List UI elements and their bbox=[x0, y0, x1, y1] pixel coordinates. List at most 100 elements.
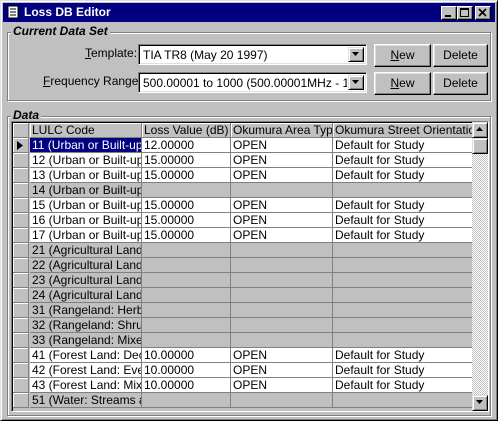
table-cell[interactable] bbox=[231, 258, 333, 273]
table-cell[interactable] bbox=[231, 303, 333, 318]
row-selector[interactable] bbox=[13, 213, 29, 228]
table-cell[interactable]: Default for Study bbox=[333, 348, 473, 363]
table-cell[interactable]: 10.00000 bbox=[142, 363, 231, 378]
table-cell[interactable]: OPEN bbox=[231, 363, 333, 378]
row-selector[interactable] bbox=[13, 228, 29, 243]
column-header[interactable]: LULC Code bbox=[30, 123, 142, 138]
table-cell[interactable]: 51 (Water: Streams ar bbox=[30, 393, 142, 408]
table-cell[interactable]: Default for Study bbox=[333, 168, 473, 183]
frequency-delete-button[interactable]: Delete bbox=[433, 72, 488, 95]
table-cell[interactable]: 33 (Rangeland: Mixed bbox=[30, 333, 142, 348]
table-cell[interactable] bbox=[333, 273, 473, 288]
row-selector[interactable] bbox=[13, 258, 29, 273]
table-cell[interactable]: 43 (Forest Land: Mixec bbox=[30, 378, 142, 393]
table-cell[interactable]: Default for Study bbox=[333, 363, 473, 378]
row-selector[interactable] bbox=[13, 303, 29, 318]
table-cell[interactable] bbox=[231, 243, 333, 258]
table-cell[interactable] bbox=[333, 258, 473, 273]
table-cell[interactable]: 12.00000 bbox=[142, 138, 231, 153]
table-cell[interactable] bbox=[231, 333, 333, 348]
table-cell[interactable]: 11 (Urban or Built-up L bbox=[30, 138, 142, 153]
table-cell[interactable] bbox=[142, 288, 231, 303]
row-selector[interactable] bbox=[13, 243, 29, 258]
table-cell[interactable]: Default for Study bbox=[333, 153, 473, 168]
column-header[interactable]: Loss Value (dB) bbox=[142, 123, 231, 138]
table-cell[interactable]: 31 (Rangeland: Herba bbox=[30, 303, 142, 318]
row-selector[interactable] bbox=[13, 378, 29, 393]
table-cell[interactable] bbox=[142, 243, 231, 258]
table-cell[interactable] bbox=[142, 258, 231, 273]
table-cell[interactable]: Default for Study bbox=[333, 198, 473, 213]
frequency-range-select[interactable]: 500.00001 to 1000 (500.00001MHz - 1000. bbox=[138, 72, 367, 93]
table-cell[interactable]: 23 (Agricultural Land: ( bbox=[30, 273, 142, 288]
table-cell[interactable] bbox=[333, 333, 473, 348]
table-cell[interactable]: OPEN bbox=[231, 198, 333, 213]
vertical-scrollbar[interactable] bbox=[472, 122, 488, 411]
table-cell[interactable]: OPEN bbox=[231, 228, 333, 243]
table-cell[interactable]: Default for Study bbox=[333, 138, 473, 153]
table-cell[interactable]: Default for Study bbox=[333, 378, 473, 393]
table-cell[interactable]: 16 (Urban or Built-up L bbox=[30, 213, 142, 228]
grid-corner[interactable] bbox=[13, 123, 29, 138]
maximize-button[interactable] bbox=[457, 6, 473, 20]
table-cell[interactable] bbox=[333, 303, 473, 318]
table-cell[interactable] bbox=[333, 183, 473, 198]
row-selector[interactable] bbox=[13, 198, 29, 213]
table-cell[interactable]: OPEN bbox=[231, 348, 333, 363]
row-selector[interactable] bbox=[13, 288, 29, 303]
scroll-up-button[interactable] bbox=[472, 122, 488, 138]
template-new-button[interactable]: New bbox=[374, 44, 431, 67]
table-cell[interactable]: 42 (Forest Land: Everg bbox=[30, 363, 142, 378]
table-cell[interactable]: 10.00000 bbox=[142, 378, 231, 393]
scroll-track[interactable] bbox=[472, 138, 488, 395]
table-cell[interactable]: 15.00000 bbox=[142, 213, 231, 228]
table-cell[interactable]: 15 (Urban or Built-up L bbox=[30, 198, 142, 213]
table-cell[interactable] bbox=[142, 183, 231, 198]
table-cell[interactable] bbox=[333, 288, 473, 303]
table-cell[interactable]: 12 (Urban or Built-up L bbox=[30, 153, 142, 168]
frequency-dropdown-button[interactable] bbox=[348, 75, 364, 90]
table-cell[interactable] bbox=[231, 393, 333, 408]
table-cell[interactable] bbox=[231, 318, 333, 333]
table-cell[interactable] bbox=[333, 318, 473, 333]
table-cell[interactable]: 24 (Agricultural Land: ( bbox=[30, 288, 142, 303]
table-cell[interactable]: 10.00000 bbox=[142, 348, 231, 363]
table-cell[interactable]: 22 (Agricultural Land: ( bbox=[30, 258, 142, 273]
row-selector[interactable] bbox=[13, 393, 29, 408]
template-dropdown-button[interactable] bbox=[348, 47, 364, 62]
minimize-button[interactable] bbox=[441, 6, 457, 20]
row-selector[interactable] bbox=[13, 153, 29, 168]
column-header[interactable]: Okumura Street Orientation bbox=[333, 123, 473, 138]
table-cell[interactable] bbox=[231, 273, 333, 288]
table-cell[interactable]: 15.00000 bbox=[142, 153, 231, 168]
table-cell[interactable]: OPEN bbox=[231, 168, 333, 183]
table-cell[interactable]: Default for Study bbox=[333, 228, 473, 243]
close-button[interactable] bbox=[475, 6, 491, 20]
table-cell[interactable]: 15.00000 bbox=[142, 168, 231, 183]
template-select[interactable]: TIA TR8 (May 20 1997) bbox=[138, 44, 367, 65]
frequency-new-button[interactable]: New bbox=[374, 72, 431, 95]
table-cell[interactable] bbox=[142, 318, 231, 333]
table-cell[interactable] bbox=[333, 393, 473, 408]
title-bar[interactable]: Loss DB Editor bbox=[3, 3, 495, 22]
scroll-thumb[interactable] bbox=[472, 138, 488, 154]
table-cell[interactable]: OPEN bbox=[231, 213, 333, 228]
row-selector[interactable] bbox=[13, 273, 29, 288]
data-grid[interactable]: LULC Code Loss Value (dB) Okumura Area Typ… bbox=[11, 121, 489, 412]
row-selector[interactable] bbox=[13, 183, 29, 198]
table-cell[interactable] bbox=[231, 183, 333, 198]
table-cell[interactable]: 15.00000 bbox=[142, 198, 231, 213]
table-cell[interactable]: 21 (Agricultural Land: ( bbox=[30, 243, 142, 258]
table-cell[interactable] bbox=[333, 243, 473, 258]
table-cell[interactable]: 14 (Urban or Built-up L bbox=[30, 183, 142, 198]
scroll-down-button[interactable] bbox=[472, 395, 488, 411]
table-cell[interactable] bbox=[142, 333, 231, 348]
table-cell[interactable] bbox=[142, 273, 231, 288]
table-cell[interactable]: OPEN bbox=[231, 378, 333, 393]
table-cell[interactable]: 41 (Forest Land: Decic bbox=[30, 348, 142, 363]
table-cell[interactable]: 13 (Urban or Built-up L bbox=[30, 168, 142, 183]
template-delete-button[interactable]: Delete bbox=[433, 44, 488, 67]
row-selector[interactable] bbox=[13, 138, 29, 153]
table-cell[interactable]: 17 (Urban or Built-up L bbox=[30, 228, 142, 243]
row-selector[interactable] bbox=[13, 318, 29, 333]
